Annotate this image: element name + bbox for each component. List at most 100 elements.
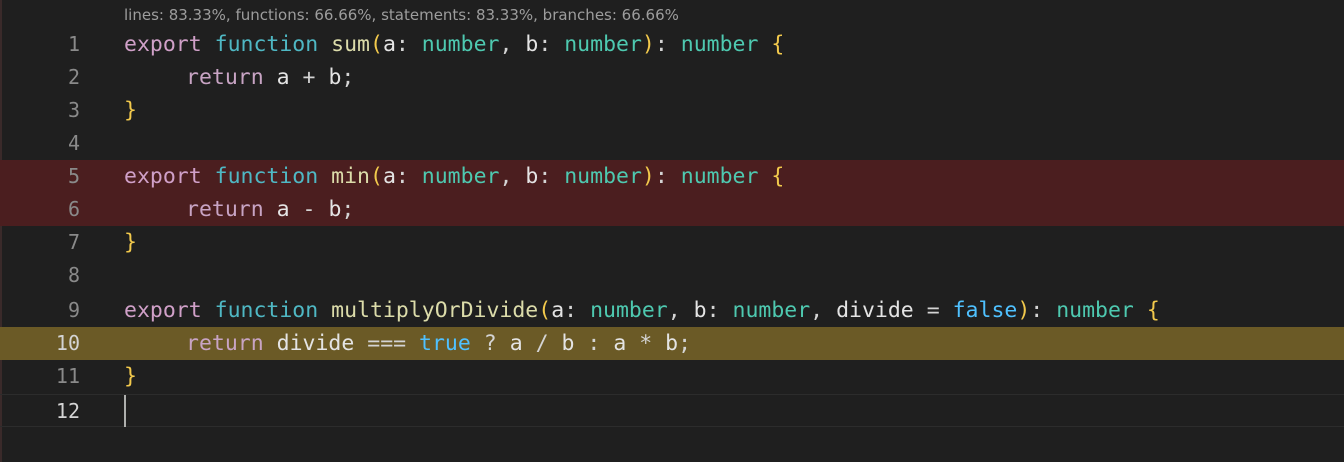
token: b bbox=[561, 331, 575, 356]
token: divide bbox=[276, 331, 355, 356]
token: number bbox=[732, 298, 811, 323]
token: number bbox=[421, 164, 500, 189]
token: ( bbox=[369, 32, 383, 57]
function-name: sum bbox=[331, 32, 370, 57]
code-line-9[interactable]: 9 export function multiplyOrDivide(a: nu… bbox=[0, 294, 1344, 327]
token: - bbox=[302, 197, 316, 222]
token: ) bbox=[641, 164, 655, 189]
token: ? bbox=[483, 331, 497, 356]
token: : bbox=[587, 331, 601, 356]
token: ( bbox=[538, 298, 552, 323]
code-line-6-uncovered[interactable]: 6 return a - b; bbox=[0, 193, 1344, 226]
token: , bbox=[499, 32, 513, 57]
token: } bbox=[124, 364, 137, 389]
coverage-codelens[interactable]: lines: 83.33%, functions: 66.66%, statem… bbox=[124, 5, 679, 25]
token: a bbox=[382, 32, 396, 57]
function-name: min bbox=[331, 164, 370, 189]
line-number: 3 bbox=[67, 98, 80, 122]
token: : bbox=[395, 32, 409, 57]
token: function bbox=[214, 164, 319, 189]
line-number: 10 bbox=[55, 331, 80, 355]
code-line-11[interactable]: 11 } bbox=[0, 360, 1344, 393]
token: a bbox=[382, 164, 396, 189]
line-code[interactable]: return a - b; bbox=[124, 193, 354, 226]
code-line-5-uncovered[interactable]: 5 export function min(a: number, b: numb… bbox=[0, 160, 1344, 193]
line-number: 7 bbox=[67, 230, 80, 254]
token: b bbox=[328, 197, 342, 222]
token: { bbox=[771, 164, 785, 189]
token: false bbox=[952, 298, 1018, 323]
token: = bbox=[926, 298, 940, 323]
code-line-4[interactable]: 4 bbox=[0, 127, 1344, 160]
line-number: 4 bbox=[67, 131, 80, 155]
token: { bbox=[1146, 298, 1160, 323]
token: : bbox=[654, 164, 668, 189]
token: ) bbox=[1017, 298, 1031, 323]
line-code[interactable]: } bbox=[124, 360, 137, 393]
token: ) bbox=[641, 32, 655, 57]
code-line-8[interactable]: 8 bbox=[0, 259, 1344, 292]
token: : bbox=[654, 32, 668, 57]
token: ; bbox=[341, 65, 355, 90]
line-number: 2 bbox=[67, 65, 80, 89]
token: === bbox=[367, 331, 407, 356]
line-code[interactable]: return divide === true ? a / b : a * b; bbox=[124, 327, 691, 360]
token: return bbox=[186, 197, 264, 222]
line-code[interactable]: export function multiplyOrDivide(a: numb… bbox=[124, 294, 1160, 327]
function-name: multiplyOrDivide bbox=[331, 298, 539, 323]
token: b bbox=[665, 331, 679, 356]
token: a bbox=[276, 197, 290, 222]
token: return bbox=[186, 331, 264, 356]
line-number: 9 bbox=[67, 298, 80, 322]
code-line-3[interactable]: 3 } bbox=[0, 94, 1344, 127]
code-line-10-partial-branch[interactable]: 10 return divide === true ? a / b : a * … bbox=[0, 327, 1344, 360]
text-cursor bbox=[124, 395, 126, 427]
line-code[interactable]: } bbox=[124, 226, 137, 259]
token: + bbox=[302, 65, 316, 90]
token: b bbox=[525, 164, 539, 189]
token: b bbox=[328, 65, 342, 90]
code-editor[interactable]: lines: 83.33%, functions: 66.66%, statem… bbox=[0, 0, 1344, 462]
line-number: 12 bbox=[55, 399, 80, 423]
token: number bbox=[680, 32, 759, 57]
line-number: 5 bbox=[67, 164, 80, 188]
token: ; bbox=[678, 331, 692, 356]
token: number bbox=[564, 32, 642, 57]
token: divide bbox=[836, 298, 914, 323]
line-number: 1 bbox=[67, 32, 80, 56]
code-line-12-current[interactable]: 12 bbox=[0, 394, 1344, 427]
token: a bbox=[551, 298, 565, 323]
token: : bbox=[564, 298, 578, 323]
code-line-7[interactable]: 7 } bbox=[0, 226, 1344, 259]
token: export bbox=[124, 32, 202, 57]
line-code[interactable]: export function min(a: number, b: number… bbox=[124, 160, 784, 193]
token: / bbox=[535, 331, 549, 356]
token: } bbox=[124, 98, 137, 123]
code-line-2[interactable]: 2 return a + b; bbox=[0, 61, 1344, 94]
token: : bbox=[395, 164, 409, 189]
code-line-1[interactable]: 1 export function sum(a: number, b: numb… bbox=[0, 28, 1344, 61]
token: b bbox=[525, 32, 539, 57]
token: : bbox=[538, 32, 552, 57]
token: ( bbox=[369, 164, 383, 189]
token: number bbox=[590, 298, 668, 323]
token: : bbox=[1030, 298, 1044, 323]
line-code[interactable]: export function sum(a: number, b: number… bbox=[124, 28, 784, 61]
token: function bbox=[214, 32, 319, 57]
token: number bbox=[1056, 298, 1134, 323]
token: export bbox=[124, 164, 202, 189]
line-number: 6 bbox=[67, 197, 80, 221]
line-number: 8 bbox=[67, 263, 80, 287]
token: export bbox=[124, 298, 202, 323]
token: * bbox=[639, 331, 653, 356]
line-code[interactable]: } bbox=[124, 94, 137, 127]
line-code[interactable]: return a + b; bbox=[124, 61, 354, 94]
token: a bbox=[613, 331, 627, 356]
token: , bbox=[667, 298, 681, 323]
token: , bbox=[810, 298, 824, 323]
token: number bbox=[564, 164, 642, 189]
token: number bbox=[680, 164, 759, 189]
token: , bbox=[499, 164, 513, 189]
token: : bbox=[706, 298, 720, 323]
token: a bbox=[509, 331, 523, 356]
